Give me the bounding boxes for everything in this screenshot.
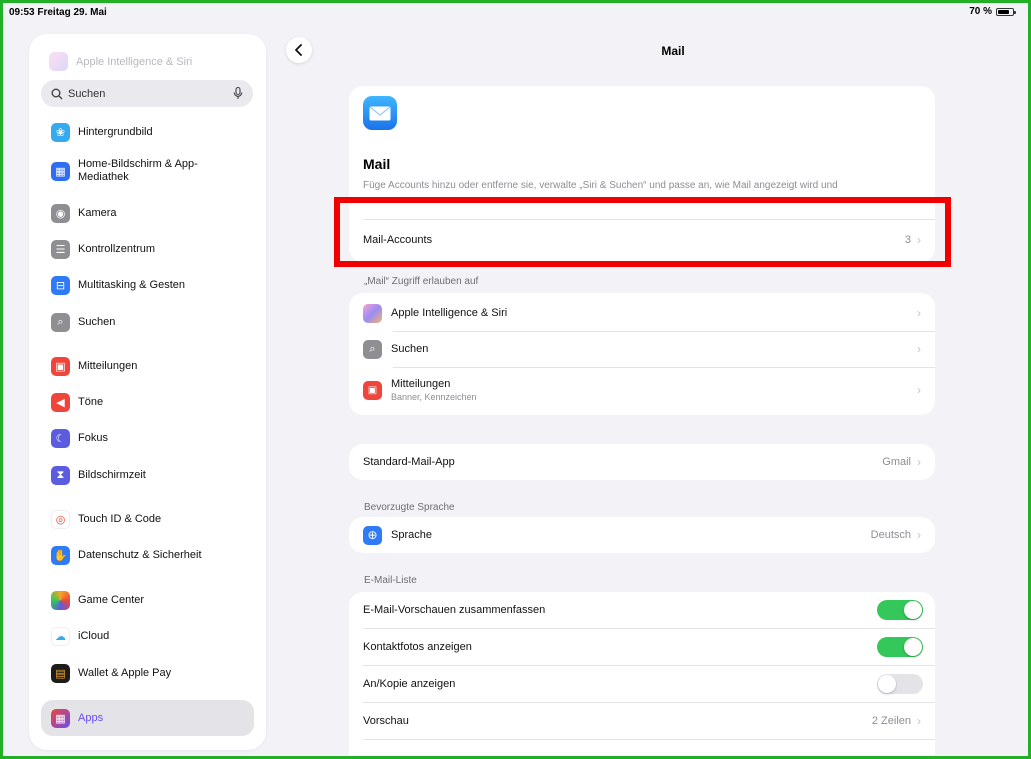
mail-accounts-label: Mail-Accounts	[363, 234, 433, 246]
app-name: Mail	[363, 156, 391, 172]
battery-percent: 70 %	[969, 6, 992, 17]
sidebar-item-bildschirmzeit[interactable]: ⧗ Bildschirmzeit	[51, 466, 146, 485]
separator	[393, 331, 935, 332]
mail-app-icon	[363, 96, 397, 130]
separator	[363, 702, 935, 703]
sounds-icon: ◀	[51, 393, 70, 412]
status-date: Freitag 29. Mai	[37, 7, 107, 18]
siri-icon	[363, 303, 382, 323]
to-cc-row: An/Kopie anzeigen	[363, 674, 935, 694]
separator	[363, 219, 935, 220]
sidebar-item-wallet[interactable]: ▤ Wallet & Apple Pay	[51, 664, 171, 683]
search-field[interactable]: Suchen	[41, 80, 253, 107]
language-card: ⊕ Sprache Deutsch ›	[349, 517, 935, 553]
mail-accounts-count: 3	[904, 234, 911, 246]
default-app-card: Standard-Mail-App Gmail ›	[349, 444, 935, 480]
sidebar-item-home-screen[interactable]: ▦ Home-Bildschirm & App- Mediathek	[51, 158, 198, 184]
sidebar-item-game-center[interactable]: Game Center	[51, 591, 144, 610]
chevron-right-icon: ›	[917, 342, 921, 356]
search-placeholder: Suchen	[68, 87, 106, 100]
preview-row[interactable]: Vorschau 2 Zeilen ›	[363, 711, 935, 731]
chevron-right-icon: ›	[917, 714, 921, 728]
contact-photos-toggle[interactable]	[877, 637, 923, 657]
sidebar-item-kamera[interactable]: ◉ Kamera	[51, 204, 117, 223]
separator	[363, 665, 935, 666]
control-center-icon: ☰	[51, 240, 70, 259]
screen-time-icon: ⧗	[51, 466, 70, 485]
status-bar: 09:53 Freitag 29. Mai 70 %	[3, 3, 1028, 25]
chevron-right-icon: ›	[917, 233, 921, 247]
app-info-card: Mail Füge Accounts hinzu oder entferne s…	[349, 86, 935, 262]
summarize-previews-toggle[interactable]	[877, 600, 923, 620]
search-icon: ⌕	[51, 313, 70, 332]
language-section-header: Bevorzugte Sprache	[364, 502, 455, 513]
chevron-right-icon: ›	[917, 306, 921, 320]
sidebar-item-suchen[interactable]: ⌕ Suchen	[51, 313, 115, 332]
sidebar: Apple Intelligence & Siri Suchen ❀ Hinte…	[29, 34, 266, 750]
mail-list-section-header: E-Mail-Liste	[364, 575, 417, 586]
sidebar-item-icloud[interactable]: ☁ iCloud	[51, 627, 109, 646]
notifications-subtitle: Banner, Kennzeichen	[391, 392, 477, 402]
back-button[interactable]	[286, 37, 312, 63]
to-cc-toggle[interactable]	[877, 674, 923, 694]
battery-icon	[996, 7, 1016, 16]
default-mail-app-row[interactable]: Standard-Mail-App Gmail ›	[363, 453, 935, 471]
chevron-left-icon	[295, 44, 302, 56]
mail-accounts-row[interactable]: Mail-Accounts 3 ›	[363, 231, 935, 249]
sidebar-item-toene[interactable]: ◀ Töne	[51, 393, 103, 412]
sidebar-item-hintergrundbild[interactable]: ❀ Hintergrundbild	[51, 123, 153, 142]
globe-icon: ⊕	[363, 525, 382, 545]
access-row-suchen[interactable]: ⌕ Suchen ›	[363, 339, 935, 359]
sidebar-item-mitteilungen[interactable]: ▣ Mitteilungen	[51, 357, 137, 376]
separator	[363, 739, 935, 740]
access-card: Apple Intelligence & Siri › ⌕ Suchen › ▣…	[349, 293, 935, 415]
game-center-icon	[51, 591, 70, 610]
icloud-icon: ☁	[51, 627, 70, 646]
sidebar-item-kontrollzentrum[interactable]: ☰ Kontrollzentrum	[51, 240, 155, 259]
access-row-mitteilungen[interactable]: ▣ Mitteilungen Banner, Kennzeichen ›	[363, 377, 935, 403]
camera-icon: ◉	[51, 204, 70, 223]
chevron-right-icon: ›	[917, 383, 921, 397]
preview-value: 2 Zeilen	[871, 715, 911, 727]
sidebar-item-fokus[interactable]: ☾ Fokus	[51, 429, 108, 448]
sidebar-item-apple-intelligence[interactable]: Apple Intelligence & Siri	[49, 52, 192, 71]
fingerprint-icon: ◎	[51, 510, 70, 529]
home-screen-icon: ▦	[51, 161, 70, 181]
page-title: Mail	[661, 44, 685, 58]
microphone-icon[interactable]	[233, 87, 243, 100]
focus-icon: ☾	[51, 429, 70, 448]
sidebar-item-touch-id[interactable]: ◎ Touch ID & Code	[51, 510, 161, 529]
privacy-icon: ✋	[51, 546, 70, 565]
settings-screen: 09:53 Freitag 29. Mai 70 % Apple Intelli…	[3, 3, 1028, 759]
wallet-icon: ▤	[51, 664, 70, 683]
contact-photos-row: Kontaktfotos anzeigen	[363, 637, 935, 657]
app-description: Füge Accounts hinzu oder entferne sie, v…	[363, 180, 838, 191]
mail-list-card: E-Mail-Vorschauen zusammenfassen Kontakt…	[349, 592, 935, 759]
search-icon	[51, 88, 63, 99]
siri-icon	[49, 52, 68, 71]
separator	[363, 628, 935, 629]
language-row[interactable]: ⊕ Sprache Deutsch ›	[363, 525, 935, 545]
notifications-icon: ▣	[51, 357, 70, 376]
sidebar-item-apps[interactable]: ▦ Apps	[51, 709, 103, 728]
apps-icon: ▦	[51, 709, 70, 728]
status-time: 09:53	[9, 7, 35, 18]
notifications-icon: ▣	[363, 380, 382, 400]
default-mail-app-value: Gmail	[882, 456, 911, 468]
sidebar-item-datenschutz[interactable]: ✋ Datenschutz & Sicherheit	[51, 546, 202, 565]
language-value: Deutsch	[870, 529, 911, 541]
multitasking-icon: ⊟	[51, 276, 70, 295]
sidebar-item-multitasking[interactable]: ⊟ Multitasking & Gesten	[51, 276, 185, 295]
access-row-apple-intelligence[interactable]: Apple Intelligence & Siri ›	[363, 303, 935, 323]
wallpaper-icon: ❀	[51, 123, 70, 142]
access-section-header: „Mail“ Zugriff erlauben auf	[364, 276, 479, 287]
chevron-right-icon: ›	[917, 528, 921, 542]
summarize-previews-row: E-Mail-Vorschauen zusammenfassen	[363, 600, 935, 620]
search-icon: ⌕	[363, 339, 382, 359]
chevron-right-icon: ›	[917, 455, 921, 469]
separator	[393, 367, 935, 368]
